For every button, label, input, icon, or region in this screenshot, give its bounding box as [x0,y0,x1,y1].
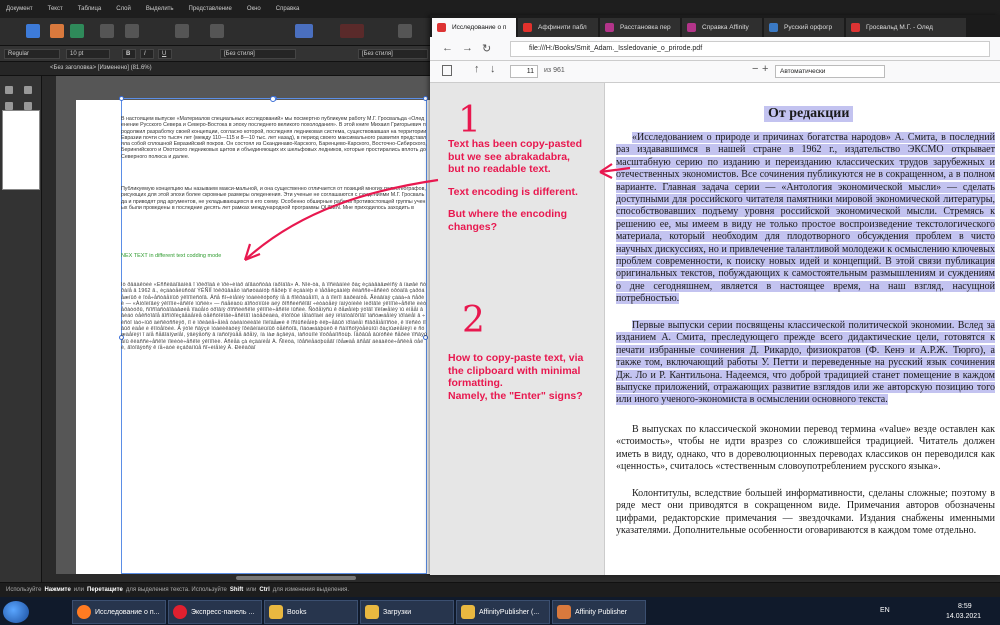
firefox-icon [77,605,91,619]
affinity-publisher-icon [557,605,571,619]
status-bar: Используйте Нажмите или Перетащите для выдел… [0,582,1000,597]
opera-icon [173,605,187,619]
taskbar-item-affinity-folder[interactable]: AffinityPublisher (... [456,600,550,624]
taskbar-item-firefox[interactable]: Исследование о п... [72,600,166,624]
taskbar-item-affinity-app[interactable]: Affinity Publisher [552,600,646,624]
language-indicator[interactable]: EN [880,607,890,614]
arrow-to-doc-icon [244,178,439,261]
taskbar-item-opera[interactable]: Экспресс-панель ... [168,600,262,624]
folder-icon [461,605,475,619]
folder-icon [365,605,379,619]
taskbar-item-downloads[interactable]: Загрузки [360,600,454,624]
start-button-icon[interactable] [3,601,29,623]
annotation-arrows [243,163,631,262]
taskbar-item-books[interactable]: Books [264,600,358,624]
folder-icon [269,605,283,619]
clock-date[interactable]: 14.03.2021 [946,613,981,620]
clock-time[interactable]: 8:59 [958,603,972,610]
